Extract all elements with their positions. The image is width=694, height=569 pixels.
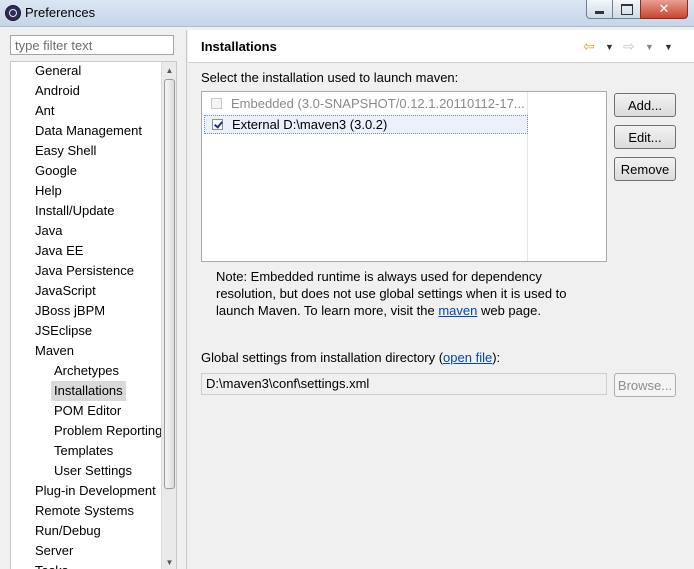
forward-dropdown-icon: ▼ [645,42,654,52]
minimize-button[interactable] [586,0,613,19]
installations-list: Embedded (3.0-SNAPSHOT/0.12.1.20110112-1… [201,91,607,262]
page-header: Installations ⇦ ▼ ⇨ ▼ ▼ [188,30,694,63]
maven-link[interactable]: maven [438,303,477,318]
embedded-note: Note: Embedded runtime is always used fo… [216,268,591,319]
tree-item-server[interactable]: Server [35,541,73,561]
global-label-text: Global settings from installation direct… [201,350,444,365]
tree-item-remote-systems[interactable]: Remote Systems [35,501,134,521]
maximize-icon [620,3,633,15]
forward-arrow-icon: ⇨ [623,38,635,54]
tree-scrollbar[interactable]: ▲ ▼ [161,62,176,569]
embedded-checkbox[interactable] [211,98,222,110]
tree-item-ant[interactable]: Ant [35,101,55,121]
tree-item-installations[interactable]: Installations [51,381,126,401]
note-text-end: web page. [477,303,541,318]
tree-item-install-update[interactable]: Install/Update [35,201,115,221]
browse-button: Browse... [614,373,676,397]
tree-item-help[interactable]: Help [35,181,62,201]
open-file-link[interactable]: open file [443,350,492,365]
preferences-tree: General Android Ant Data Management Easy… [10,61,177,569]
tree-item-plug-in-development[interactable]: Plug-in Development [35,481,156,501]
maximize-button[interactable] [612,0,641,19]
scrollbar-thumb[interactable] [164,79,175,489]
tree-item-pom-editor[interactable]: POM Editor [54,401,121,421]
add-button[interactable]: Add... [614,93,676,117]
installation-label: Embedded (3.0-SNAPSHOT/0.12.1.20110112-1… [231,96,525,111]
global-settings-path-field[interactable]: D:\maven3\conf\settings.xml [201,373,607,395]
pane-divider[interactable] [186,30,187,569]
installation-row-external[interactable]: External D:\maven3 (3.0.2) [204,115,528,134]
tree-item-problem-reporting[interactable]: Problem Reporting [54,421,161,441]
scroll-down-icon[interactable]: ▼ [162,554,176,569]
edit-button[interactable]: Edit... [614,125,676,149]
window-title: Preferences [25,5,96,20]
global-label-end: ): [492,350,501,365]
tree-item-android[interactable]: Android [35,81,80,101]
back-dropdown-icon[interactable]: ▼ [605,42,614,52]
eclipse-icon [5,5,21,21]
tree-item-easy-shell[interactable]: Easy Shell [35,141,96,161]
tree-item-maven[interactable]: Maven [35,341,74,361]
select-installation-label: Select the installation used to launch m… [201,70,459,85]
tree-item-java-ee[interactable]: Java EE [35,241,83,261]
tree-item-data-management[interactable]: Data Management [35,121,142,141]
tree-viewport: General Android Ant Data Management Easy… [11,62,161,569]
page-title: Installations [201,39,277,54]
scroll-up-icon[interactable]: ▲ [162,62,176,78]
back-arrow-icon[interactable]: ⇦ [583,38,595,55]
tree-item-general[interactable]: General [35,62,81,81]
remove-button[interactable]: Remove [614,157,676,181]
installation-row-embedded[interactable]: Embedded (3.0-SNAPSHOT/0.12.1.20110112-1… [204,94,528,113]
view-menu-icon[interactable]: ▼ [664,42,673,52]
filter-input[interactable] [10,35,174,55]
close-icon: ✕ [658,1,670,16]
tree-item-user-settings[interactable]: User Settings [54,461,132,481]
tree-item-tasks[interactable]: Tasks [35,561,68,569]
tree-item-archetypes[interactable]: Archetypes [54,361,119,381]
tree-item-jboss-jbpm[interactable]: JBoss jBPM [35,301,105,321]
minimize-icon [595,10,604,14]
tree-item-jseclipse[interactable]: JSEclipse [35,321,92,341]
title-bar: Preferences ✕ [0,0,694,27]
tree-item-java[interactable]: Java [35,221,62,241]
tree-item-run-debug[interactable]: Run/Debug [35,521,101,541]
tree-item-google[interactable]: Google [35,161,77,181]
external-checkbox[interactable] [212,119,223,131]
tree-item-java-persistence[interactable]: Java Persistence [35,261,134,281]
close-button[interactable]: ✕ [640,0,688,19]
tree-item-javascript[interactable]: JavaScript [35,281,96,301]
tree-item-templates[interactable]: Templates [54,441,113,461]
global-settings-label: Global settings from installation direct… [201,350,500,365]
installation-label: External D:\maven3 (3.0.2) [232,117,388,132]
